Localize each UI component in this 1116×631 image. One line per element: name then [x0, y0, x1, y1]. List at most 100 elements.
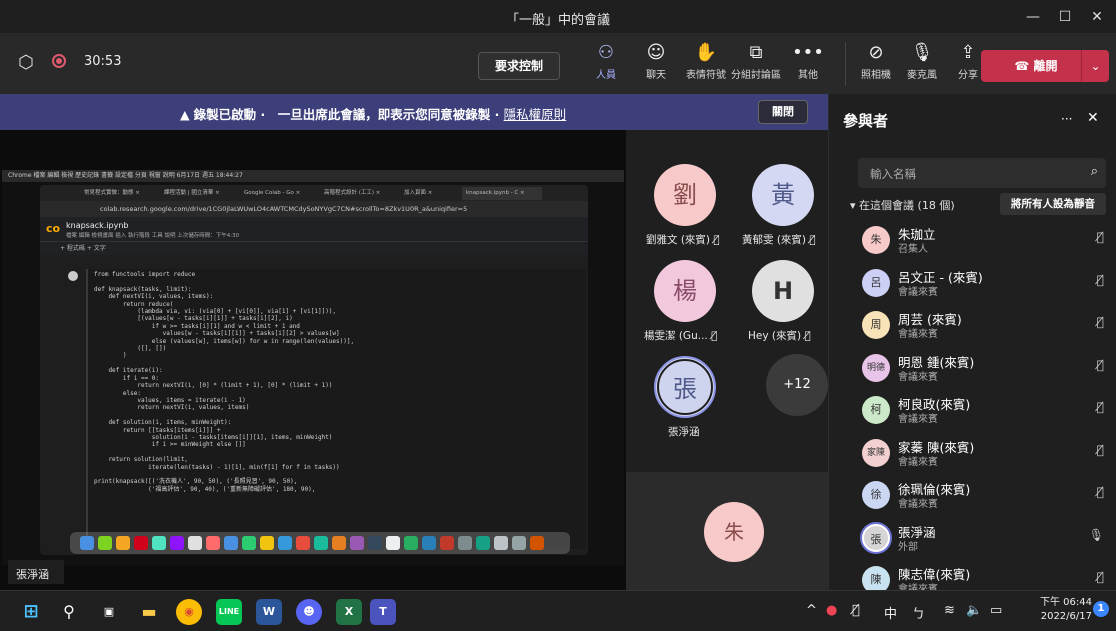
- dock-app-icon: [134, 536, 148, 550]
- participant-avatar[interactable]: 楊: [654, 260, 716, 322]
- dock-app-icon: [512, 536, 526, 550]
- dock-app-icon: [278, 536, 292, 550]
- line-app-icon[interactable]: LINE: [216, 599, 242, 625]
- battery-icon[interactable]: ▭: [990, 603, 1002, 618]
- mic-off-icon[interactable]: 🎙̸: [1097, 358, 1104, 372]
- browser-tab[interactable]: 高階程式設計 (工工) ×: [320, 187, 398, 200]
- participant-avatar[interactable]: 朱: [704, 502, 764, 562]
- leave-button[interactable]: ☎ 離開 ⌄: [981, 50, 1109, 82]
- tray-app-icon[interactable]: ●: [826, 603, 837, 618]
- participant-avatar-speaking[interactable]: 張: [654, 356, 716, 418]
- windows-start-icon[interactable]: ⊞: [18, 599, 44, 625]
- mic-off-icon[interactable]: 🎙̸: [1097, 315, 1104, 329]
- browser-tab[interactable]: Google Colab - Go ×: [240, 187, 318, 200]
- participant-search-input[interactable]: 輸入名稱 ⌕: [858, 158, 1106, 188]
- code-cell: from functools import reduce def knapsac…: [86, 269, 586, 549]
- toolbar-divider: [845, 42, 846, 86]
- maximize-button[interactable]: ☐: [1050, 6, 1080, 28]
- close-window-button[interactable]: ✕: [1082, 6, 1112, 28]
- title-bar: 「一般」中的會議 — ☐ ✕: [0, 0, 1116, 34]
- participant-avatar[interactable]: 劉: [654, 164, 716, 226]
- word-icon[interactable]: W: [256, 599, 282, 625]
- stage-presenter-name: 張淨涵: [16, 568, 49, 581]
- dock-app-icon: [98, 536, 112, 550]
- browser-tab[interactable]: 常見程式實做：動態 ×: [80, 187, 158, 200]
- run-cell-icon: [68, 271, 78, 281]
- code-pane: from functools import reduce def knapsac…: [58, 255, 588, 555]
- more-options-icon[interactable]: ···: [1061, 112, 1072, 126]
- shield-icon: ⬡: [18, 52, 34, 73]
- chat-icon: ☺: [646, 42, 666, 63]
- participant-row[interactable]: 周周芸 (來賓) 會議來賓 🎙̸: [858, 305, 1108, 347]
- address-bar[interactable]: colab.research.google.com/drive/1CG0jlaL…: [40, 201, 588, 217]
- code-text: from functools import reduce def knapsac…: [94, 271, 355, 493]
- minimize-button[interactable]: —: [1018, 6, 1048, 28]
- chevron-down-icon[interactable]: ⌄: [1081, 50, 1109, 82]
- more-icon: •••: [792, 42, 824, 63]
- excel-icon[interactable]: X: [336, 599, 362, 625]
- dock-app-icon: [260, 536, 274, 550]
- dock-app-icon: [116, 536, 130, 550]
- close-icon[interactable]: ✕: [1087, 110, 1099, 126]
- participant-row[interactable]: 徐徐珮倫(來賓) 會議來賓 🎙̸: [858, 475, 1108, 517]
- breakout-rooms-button[interactable]: ⧉ 分組討論區: [728, 40, 784, 81]
- participant-row[interactable]: 家陳 家蓁 陳(來賓) 會議來賓 🎙̸: [858, 433, 1108, 475]
- leave-label: 離開: [1033, 59, 1058, 73]
- mic-off-icon[interactable]: 🎙̸: [1097, 400, 1104, 414]
- mic-off-icon[interactable]: 🎙̸: [1097, 230, 1104, 244]
- rooms-icon: ⧉: [749, 42, 763, 63]
- browser-tab[interactable]: 課程活動 | 國立清華 ×: [160, 187, 238, 200]
- overflow-participants-button[interactable]: +12: [766, 354, 828, 416]
- taskbar-clock[interactable]: 下午 06:44 2022/6/17: [1036, 596, 1092, 624]
- task-view-icon[interactable]: ▣: [96, 599, 122, 625]
- volume-icon[interactable]: 🔈: [966, 603, 982, 618]
- mic-off-icon: 🎙̸: [809, 234, 816, 246]
- teams-icon[interactable]: T: [370, 599, 396, 625]
- mute-all-button[interactable]: 將所有人設為靜音: [1000, 193, 1106, 215]
- tray-overflow-icon[interactable]: ^: [806, 603, 817, 618]
- mic-on-icon[interactable]: 🎙: [1089, 528, 1104, 542]
- ime-mode-indicator[interactable]: ㄅ: [912, 603, 925, 622]
- in-meeting-section[interactable]: ▾ 在這個會議 (18 個): [850, 197, 955, 213]
- participant-avatar[interactable]: H: [752, 260, 814, 322]
- browser-tab-active[interactable]: knapsack.ipynb - C ×: [462, 187, 542, 200]
- chat-button[interactable]: ☺ 聊天: [628, 40, 684, 81]
- dock-app-icon: [332, 536, 346, 550]
- mic-off-icon[interactable]: 🎙̸: [852, 603, 860, 618]
- participant-row[interactable]: 柯柯良政(來賓) 會議來賓 🎙̸: [858, 390, 1108, 432]
- request-control-button[interactable]: 要求控制: [478, 52, 560, 80]
- mic-off-icon[interactable]: 🎙̸: [1097, 273, 1104, 287]
- search-icon: ⌕: [1090, 164, 1098, 179]
- mic-off-icon[interactable]: 🎙̸: [1097, 570, 1104, 584]
- more-button[interactable]: ••• 其他: [780, 40, 836, 81]
- mic-off-icon[interactable]: 🎙̸: [1097, 485, 1104, 499]
- participant-avatar: 明德: [862, 353, 890, 382]
- hand-icon: ✋: [694, 42, 718, 63]
- dock-app-icon: [440, 536, 454, 550]
- dock-app-icon: [224, 536, 238, 550]
- mic-off-icon: 🎙̸: [713, 234, 720, 246]
- dock-app-icon: [368, 536, 382, 550]
- discord-icon[interactable]: ☻: [296, 599, 322, 625]
- participant-row[interactable]: 張張淨涵 外部 🎙: [858, 518, 1108, 560]
- wifi-icon[interactable]: ≋: [944, 603, 955, 618]
- reactions-button[interactable]: ✋ 表情符號: [678, 40, 734, 81]
- participant-role: 會議來賓: [898, 499, 938, 510]
- browser-tab[interactable]: 加入頁面 ×: [400, 187, 460, 200]
- participant-row[interactable]: 明德 明恩 鍾(來賓) 會議來賓 🎙̸: [858, 348, 1108, 390]
- people-button[interactable]: ⚇ 人員: [578, 40, 634, 81]
- participant-row[interactable]: 呂呂文正 - (來賓) 會議來賓 🎙̸: [858, 263, 1108, 305]
- phone-icon: ☎: [1014, 59, 1034, 73]
- privacy-link[interactable]: 隱私權原則: [504, 107, 567, 122]
- ime-indicator[interactable]: 中: [884, 603, 897, 622]
- participant-avatar[interactable]: 黃: [752, 164, 814, 226]
- banner-close-button[interactable]: 關閉: [758, 100, 808, 124]
- banner-text: 錄製已啟動 · 一旦出席此會議，即表示您同意被錄製 ·: [193, 107, 504, 122]
- search-icon[interactable]: ⚲: [56, 599, 82, 625]
- participant-avatar: 周: [862, 311, 890, 339]
- file-explorer-icon[interactable]: ▬: [136, 599, 162, 625]
- notification-badge[interactable]: 1: [1093, 601, 1109, 617]
- chrome-icon[interactable]: ◉: [176, 599, 202, 625]
- mic-off-icon[interactable]: 🎙̸: [1097, 443, 1104, 457]
- participant-row[interactable]: 朱朱珈立 召集人 🎙̸: [858, 220, 1108, 262]
